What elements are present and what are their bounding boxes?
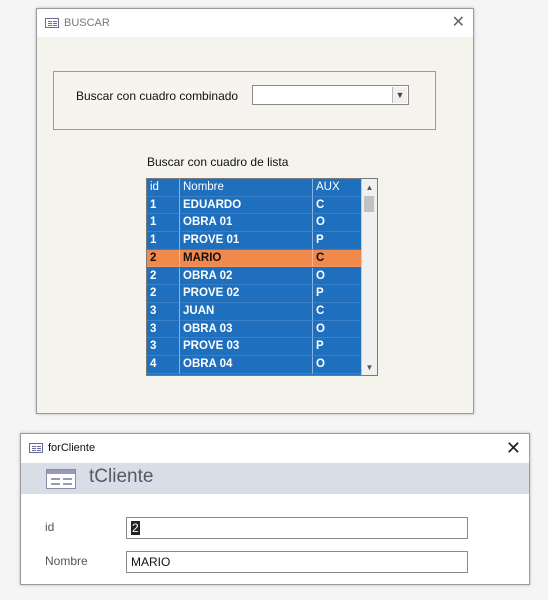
id-value: 2 bbox=[131, 521, 140, 535]
combo-label: Buscar con cuadro combinado bbox=[76, 89, 239, 103]
list-item[interactable]: 1 EDUARDO C bbox=[147, 196, 361, 215]
id-label: id bbox=[45, 520, 55, 534]
list-cell-id: 3 bbox=[147, 338, 180, 356]
close-icon[interactable]: ✕ bbox=[452, 15, 465, 31]
list-cell-id: 1 bbox=[147, 232, 180, 250]
list-cell-nombre: OBRA 01 bbox=[180, 214, 313, 233]
search-combobox[interactable]: ▼ bbox=[252, 85, 409, 105]
buscar-window: BUSCAR ✕ Buscar con cuadro combinado ▼ B… bbox=[36, 8, 474, 414]
scrollbar-thumb[interactable] bbox=[364, 196, 374, 212]
buscar-titlebar[interactable]: BUSCAR ✕ bbox=[37, 9, 473, 37]
list-cell-id: 2 bbox=[147, 267, 180, 286]
id-field[interactable]: 2 bbox=[126, 517, 468, 539]
list-cell-aux: C bbox=[313, 250, 361, 268]
list-cell-id: 1 bbox=[147, 214, 180, 233]
search-listbox[interactable]: id Nombre AUX 1 EDUARDO C 1 OBRA 01 O 1 PROVE 0… bbox=[146, 178, 378, 376]
list-cell-nombre: PROVE 01 bbox=[180, 232, 313, 250]
forcliente-titlebar[interactable]: forCliente ✕ bbox=[21, 434, 529, 462]
column-header-nombre: Nombre bbox=[180, 179, 313, 197]
list-cell-aux: O bbox=[313, 356, 361, 374]
listbox-label: Buscar con cuadro de lista bbox=[147, 155, 289, 169]
nombre-field[interactable]: MARIO bbox=[126, 551, 468, 573]
buscar-body: Buscar con cuadro combinado ▼ Buscar con… bbox=[37, 37, 473, 413]
list-cell-nombre: PROVE 03 bbox=[180, 338, 313, 356]
list-cell-nombre: PROVE 02 bbox=[180, 285, 313, 303]
chevron-up-icon[interactable]: ▲ bbox=[362, 179, 377, 195]
listbox-scrollbar[interactable]: ▲ ▼ bbox=[361, 179, 377, 375]
list-cell-nombre: EDUARDO bbox=[180, 196, 313, 215]
list-item[interactable]: 2 PROVE 02 P bbox=[147, 285, 361, 303]
form-header-title: tCliente bbox=[89, 466, 154, 487]
column-header-id: id bbox=[147, 179, 180, 197]
buscar-title: BUSCAR bbox=[64, 17, 110, 29]
list-cell-id: 1 bbox=[147, 196, 180, 215]
close-icon[interactable]: ✕ bbox=[506, 439, 521, 457]
list-cell-nombre: JUAN bbox=[180, 302, 313, 321]
chevron-down-icon[interactable]: ▼ bbox=[362, 359, 377, 375]
list-cell-nombre: OBRA 04 bbox=[180, 356, 313, 374]
nombre-label: Nombre bbox=[45, 554, 88, 568]
form-icon bbox=[45, 18, 59, 28]
list-item[interactable]: 3 OBRA 03 O bbox=[147, 320, 361, 339]
list-cell-nombre: MARIO bbox=[180, 249, 313, 268]
list-cell-id: 2 bbox=[147, 285, 180, 303]
list-item[interactable]: 3 PROVE 03 P bbox=[147, 338, 361, 356]
list-cell-id: 2 bbox=[147, 249, 180, 268]
list-item[interactable]: 2 MARIO C bbox=[147, 249, 361, 268]
list-item[interactable]: 3 JUAN C bbox=[147, 302, 361, 321]
list-cell-nombre: OBRA 03 bbox=[180, 320, 313, 339]
list-item[interactable]: 1 PROVE 01 P bbox=[147, 232, 361, 250]
list-cell-aux: P bbox=[313, 285, 361, 303]
list-cell-aux: C bbox=[313, 197, 361, 215]
list-cell-aux: P bbox=[313, 232, 361, 250]
list-item[interactable]: 4 OBRA 04 O bbox=[147, 356, 361, 374]
nombre-value: MARIO bbox=[131, 555, 171, 569]
list-item[interactable]: 1 OBRA 01 O bbox=[147, 214, 361, 233]
form-icon bbox=[29, 443, 43, 453]
list-cell-id: 3 bbox=[147, 320, 180, 339]
forcliente-title: forCliente bbox=[48, 442, 96, 454]
listbox-header-row: id Nombre AUX bbox=[147, 179, 361, 197]
column-header-aux: AUX bbox=[313, 179, 361, 197]
list-cell-id: 4 bbox=[147, 356, 180, 374]
list-cell-aux: O bbox=[313, 268, 361, 286]
list-cell-aux: O bbox=[313, 214, 361, 233]
chevron-down-icon[interactable]: ▼ bbox=[392, 87, 407, 103]
form-header: tCliente bbox=[21, 463, 529, 494]
list-item[interactable]: 2 OBRA 02 O bbox=[147, 267, 361, 286]
list-cell-aux: O bbox=[313, 321, 361, 339]
list-cell-aux: C bbox=[313, 303, 361, 321]
combo-group-box: Buscar con cuadro combinado ▼ bbox=[53, 71, 436, 130]
form-icon bbox=[46, 469, 76, 489]
list-cell-aux: P bbox=[313, 338, 361, 356]
list-cell-nombre: OBRA 02 bbox=[180, 267, 313, 286]
forcliente-window: forCliente ✕ tCliente id 2 Nombre MARIO bbox=[20, 433, 530, 585]
list-cell-id: 3 bbox=[147, 302, 180, 321]
